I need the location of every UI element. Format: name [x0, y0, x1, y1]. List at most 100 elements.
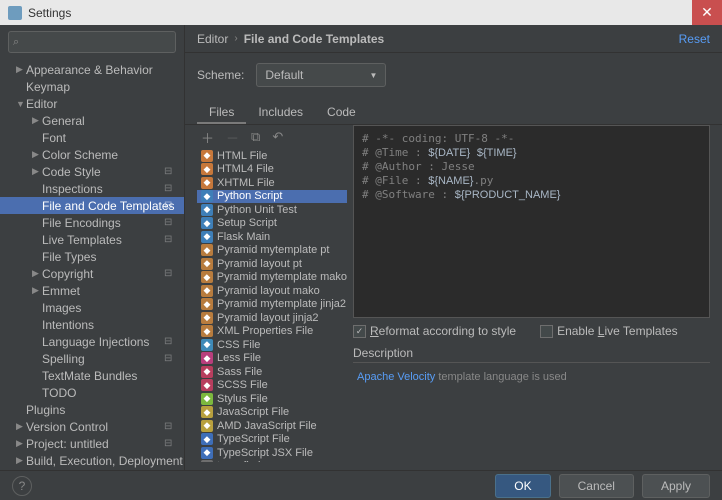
scope-badge-icon: ⊟: [164, 336, 176, 348]
tree-item-code-style[interactable]: ▶Code Style⊟: [0, 163, 184, 180]
template-item[interactable]: ◆CSS File: [197, 338, 347, 352]
content-area: Editor › File and Code Templates Reset S…: [185, 25, 722, 470]
template-item[interactable]: ◆Python Script: [197, 190, 347, 204]
copy-button[interactable]: ⧉: [251, 129, 260, 145]
template-item[interactable]: ◆SCSS File: [197, 379, 347, 393]
reset-link[interactable]: Reset: [679, 32, 710, 46]
template-item[interactable]: ◆Pyramid layout mako: [197, 284, 347, 298]
tab-includes[interactable]: Includes: [246, 101, 315, 124]
search-icon: ⌕: [13, 36, 19, 49]
tree-item-file-encodings[interactable]: File Encodings⊟: [0, 214, 184, 231]
sidebar: ⌕ ▶Appearance & BehaviorKeymap▼Editor▶Ge…: [0, 25, 185, 470]
arrow-icon: ▶: [32, 115, 42, 126]
tree-item-keymap[interactable]: Keymap: [0, 78, 184, 95]
template-item[interactable]: ◆AMD JavaScript File: [197, 419, 347, 433]
remove-button[interactable]: －: [226, 128, 239, 147]
breadcrumb-parent[interactable]: Editor: [197, 32, 228, 46]
chevron-down-icon: ▼: [369, 71, 377, 80]
tree-item-emmet[interactable]: ▶Emmet: [0, 282, 184, 299]
tree-item-copyright[interactable]: ▶Copyright⊟: [0, 265, 184, 282]
template-item[interactable]: ◆Pyramid mytemplate mako: [197, 271, 347, 285]
options-row: ✓ Reformat according to style Enable Liv…: [353, 318, 710, 344]
tree-item-version-control[interactable]: ▶Version Control⊟: [0, 418, 184, 435]
tree-item-todo[interactable]: TODO: [0, 384, 184, 401]
xml-icon: ◆: [201, 244, 213, 256]
search-input[interactable]: ⌕: [8, 31, 176, 53]
template-item[interactable]: ◆Stylus File: [197, 392, 347, 406]
tree-item-font[interactable]: Font: [0, 129, 184, 146]
reformat-checkbox[interactable]: ✓ Reformat according to style: [353, 324, 516, 338]
ok-button[interactable]: OK: [495, 474, 550, 498]
template-item[interactable]: ◆tsconfig.json: [197, 460, 347, 463]
tree-item-file-types[interactable]: File Types: [0, 248, 184, 265]
titlebar: Settings ✕: [0, 0, 722, 25]
tree-item-project-untitled[interactable]: ▶Project: untitled⊟: [0, 435, 184, 452]
revert-button[interactable]: ↶: [272, 129, 283, 145]
template-item[interactable]: ◆Pyramid mytemplate jinja2: [197, 298, 347, 312]
live-templates-checkbox[interactable]: Enable Live Templates: [540, 324, 678, 338]
template-item[interactable]: ◆Pyramid layout pt: [197, 257, 347, 271]
template-item[interactable]: ◆Pyramid mytemplate pt: [197, 244, 347, 258]
tree-item-plugins[interactable]: Plugins: [0, 401, 184, 418]
arrow-icon: ▶: [32, 268, 42, 279]
template-item[interactable]: ◆HTML File: [197, 149, 347, 163]
scheme-value: Default: [265, 68, 303, 82]
description-label: Description: [353, 344, 710, 362]
tree-item-file-and-code-templates[interactable]: File and Code Templates⊟: [0, 197, 184, 214]
cancel-button[interactable]: Cancel: [559, 474, 634, 498]
template-item[interactable]: ◆XHTML File: [197, 176, 347, 190]
arrow-icon: ▶: [16, 64, 26, 75]
template-item[interactable]: ◆JavaScript File: [197, 406, 347, 420]
tree-item-editor[interactable]: ▼Editor: [0, 95, 184, 112]
tree-item-intentions[interactable]: Intentions: [0, 316, 184, 333]
tree-item-spelling[interactable]: Spelling⊟: [0, 350, 184, 367]
tree-item-images[interactable]: Images: [0, 299, 184, 316]
css-icon: ◆: [201, 339, 213, 351]
scss-icon: ◆: [201, 379, 213, 391]
tree-item-language-injections[interactable]: Language Injections⊟: [0, 333, 184, 350]
template-item[interactable]: ◆Less File: [197, 352, 347, 366]
xml-icon: ◆: [201, 298, 213, 310]
template-item[interactable]: ◆Flask Main: [197, 230, 347, 244]
code-editor[interactable]: # -*- coding: UTF-8 -*-# @Time : ${DATE}…: [353, 125, 710, 318]
scope-badge-icon: ⊟: [164, 183, 176, 195]
template-item[interactable]: ◆Pyramid layout jinja2: [197, 311, 347, 325]
add-button[interactable]: ＋: [201, 128, 214, 147]
settings-tree: ▶Appearance & BehaviorKeymap▼Editor▶Gene…: [0, 59, 184, 470]
py-icon: ◆: [201, 190, 213, 202]
scope-badge-icon: ⊟: [164, 438, 176, 450]
velocity-link[interactable]: Apache Velocity: [357, 371, 435, 383]
template-item[interactable]: ◆TypeScript File: [197, 433, 347, 447]
py-icon: ◆: [201, 231, 213, 243]
apply-button[interactable]: Apply: [642, 474, 710, 498]
help-button[interactable]: ?: [12, 476, 32, 496]
json-icon: ◆: [201, 460, 213, 462]
tree-item-color-scheme[interactable]: ▶Color Scheme: [0, 146, 184, 163]
arrow-icon: ▶: [16, 438, 26, 449]
html-icon: ◆: [201, 177, 213, 189]
template-item[interactable]: ◆Python Unit Test: [197, 203, 347, 217]
scheme-select[interactable]: Default ▼: [256, 63, 386, 87]
template-item[interactable]: ◆Setup Script: [197, 217, 347, 231]
tree-item-build-execution-deployment[interactable]: ▶Build, Execution, Deployment: [0, 452, 184, 469]
bottom-bar: ? OK Cancel Apply: [0, 470, 722, 500]
tree-item-general[interactable]: ▶General: [0, 112, 184, 129]
tree-item-appearance-behavior[interactable]: ▶Appearance & Behavior: [0, 61, 184, 78]
checkbox-icon: ✓: [353, 325, 366, 338]
html-icon: ◆: [201, 163, 213, 175]
tree-item-textmate-bundles[interactable]: TextMate Bundles: [0, 367, 184, 384]
template-item[interactable]: ◆XML Properties File: [197, 325, 347, 339]
tab-files[interactable]: Files: [197, 101, 246, 124]
close-button[interactable]: ✕: [692, 0, 722, 25]
tree-item-inspections[interactable]: Inspections⊟: [0, 180, 184, 197]
template-item[interactable]: ◆HTML4 File: [197, 163, 347, 177]
ts-icon: ◆: [201, 433, 213, 445]
arrow-icon: ▶: [32, 149, 42, 160]
tab-code[interactable]: Code: [315, 101, 368, 124]
template-item[interactable]: ◆TypeScript JSX File: [197, 446, 347, 460]
xml-icon: ◆: [201, 271, 213, 283]
template-item[interactable]: ◆Sass File: [197, 365, 347, 379]
window-title: Settings: [28, 6, 71, 20]
tree-item-live-templates[interactable]: Live Templates⊟: [0, 231, 184, 248]
checkbox-icon: [540, 325, 553, 338]
